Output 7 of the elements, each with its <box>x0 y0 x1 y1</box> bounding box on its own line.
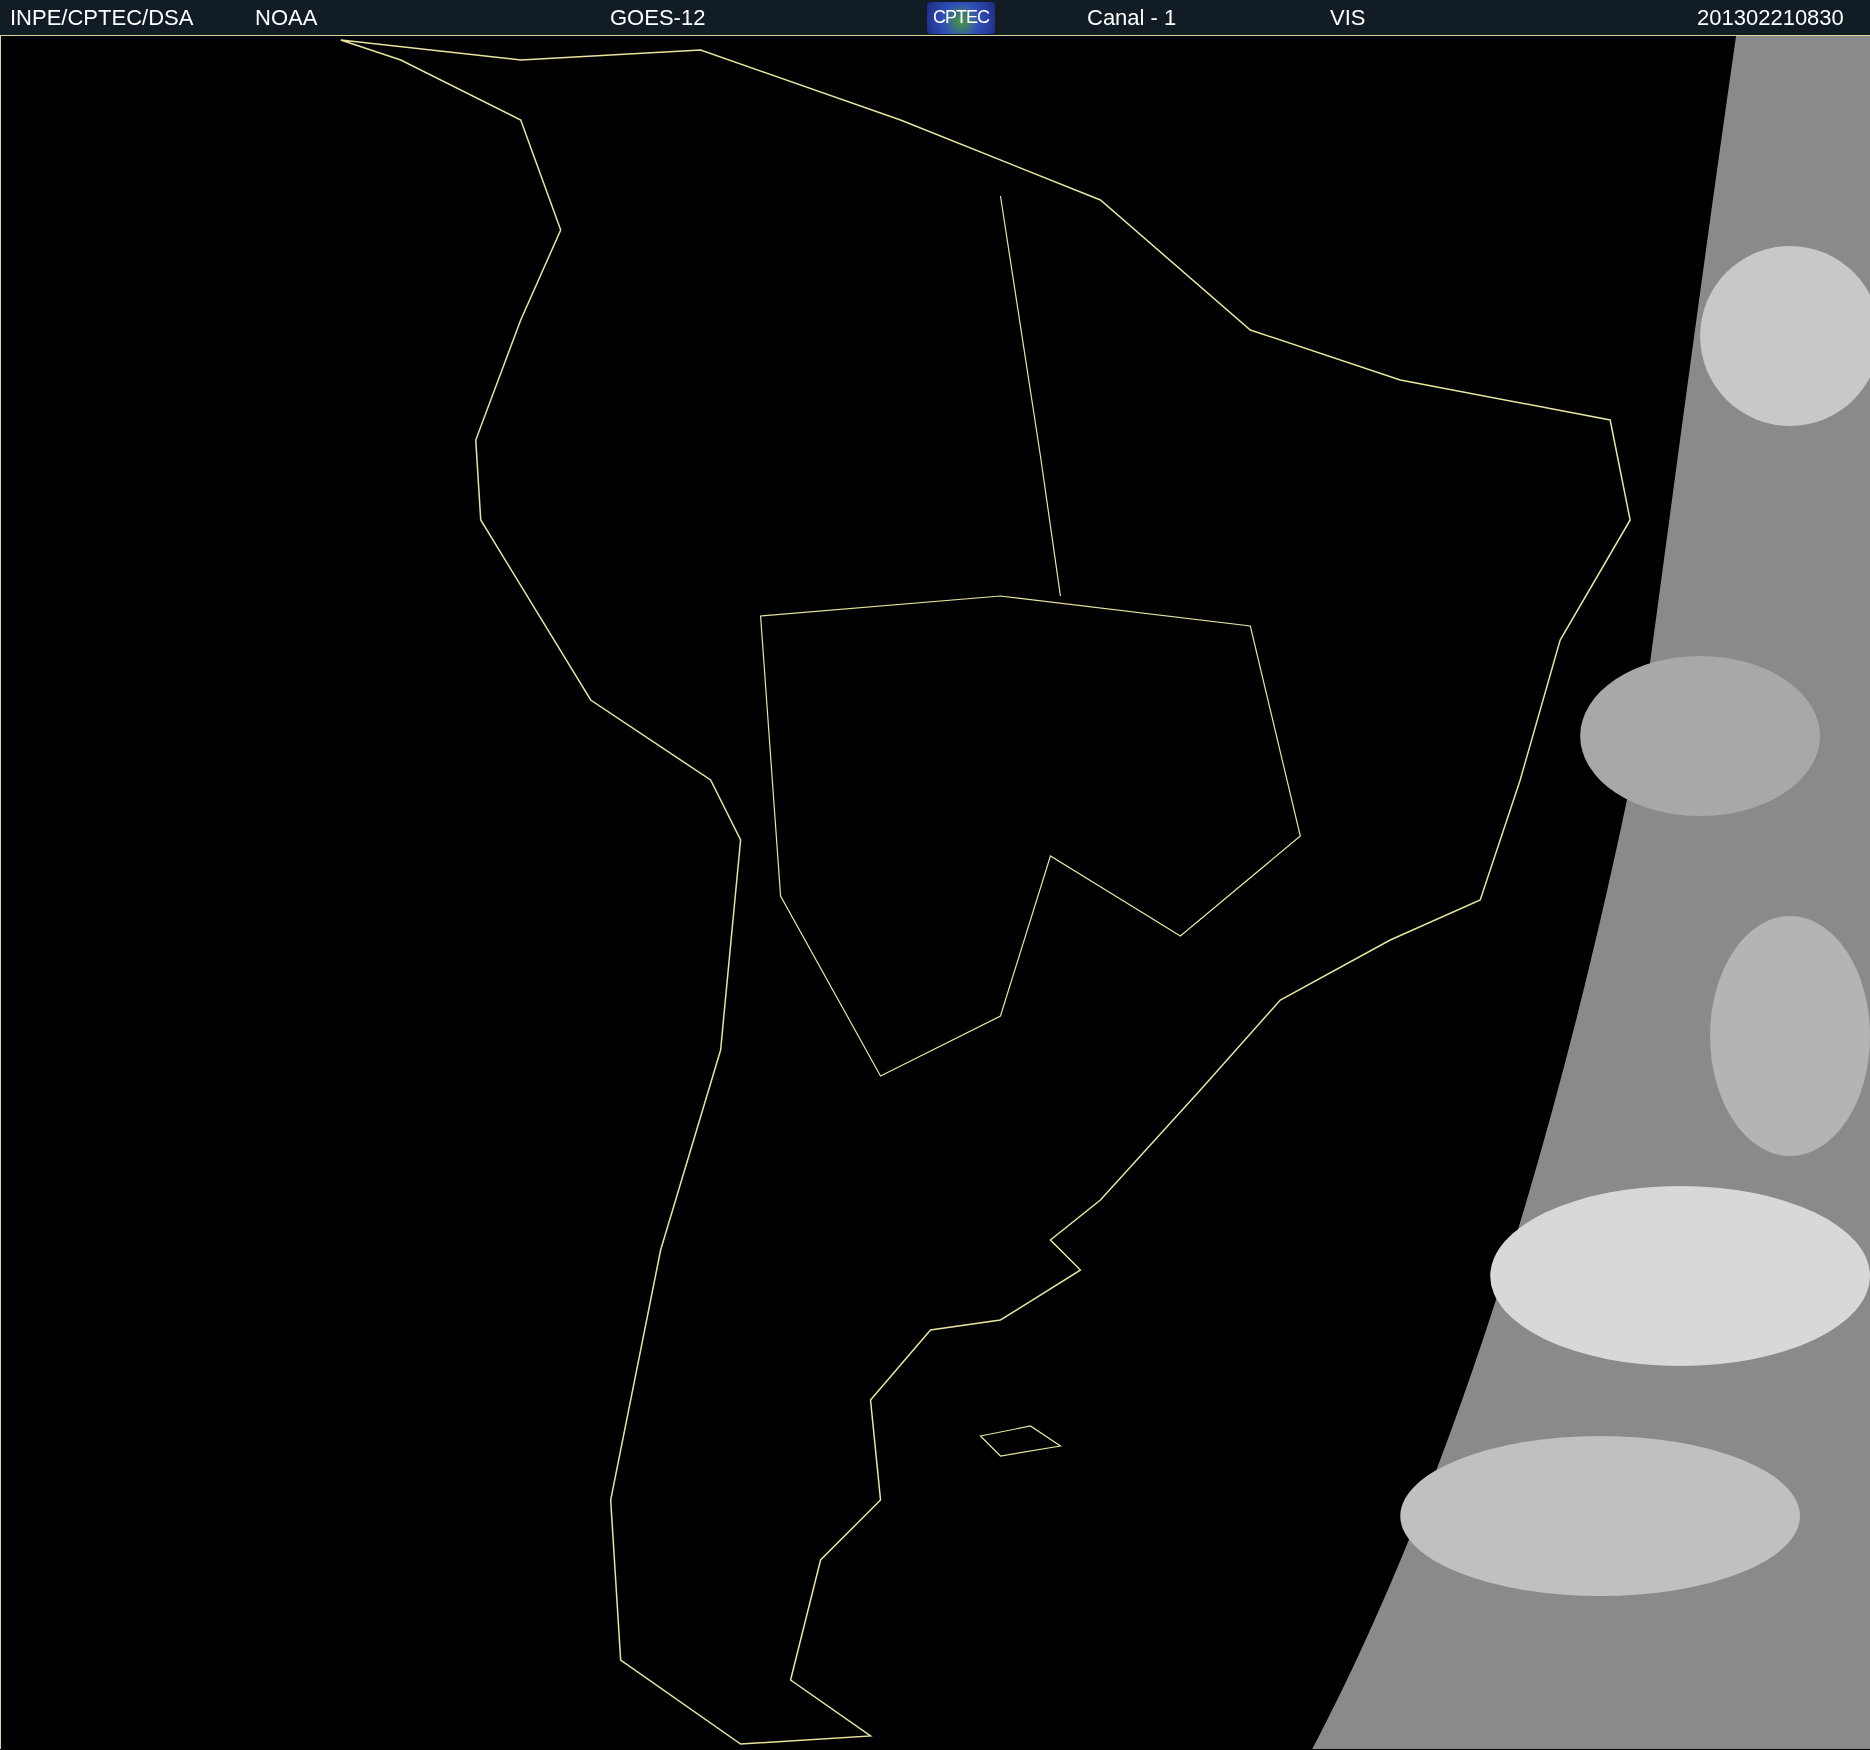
logo: CPTEC <box>927 1 995 34</box>
header-label: VIS <box>1330 4 1366 31</box>
header-label: NOAA <box>255 4 318 31</box>
header-label: Canal - 1 <box>1087 4 1177 31</box>
header-label: INPE/CPTEC/DSA <box>10 4 194 31</box>
header-label: 201302210830 <box>1697 4 1844 31</box>
header-label: GOES-12 <box>610 4 706 31</box>
